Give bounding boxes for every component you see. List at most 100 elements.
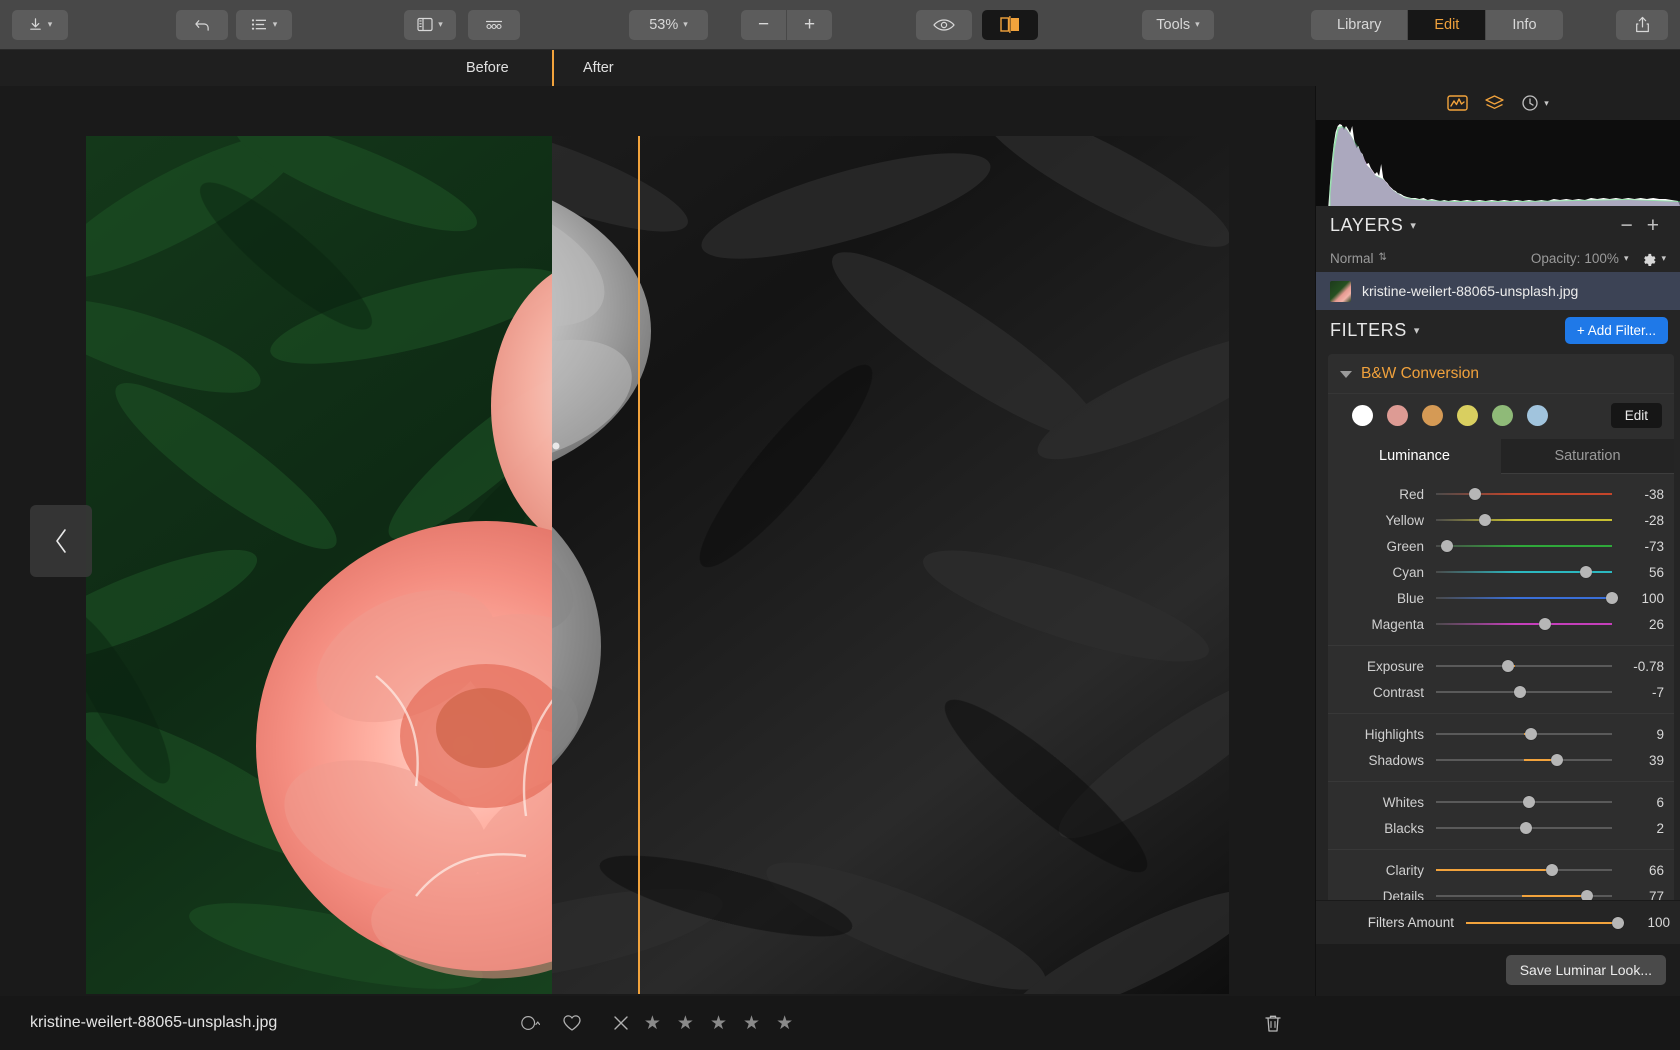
layer-item[interactable]: kristine-weilert-88065-unsplash.jpg	[1316, 272, 1680, 310]
reject-x-icon[interactable]	[612, 1014, 630, 1032]
slider-blacks[interactable]	[1436, 815, 1612, 841]
download-icon	[28, 17, 43, 32]
slider-knob[interactable]	[1612, 917, 1624, 929]
opacity-value[interactable]: 100%	[1584, 251, 1619, 266]
slider-contrast[interactable]	[1436, 679, 1612, 705]
bw-filter-title: B&W Conversion	[1361, 365, 1479, 383]
tab-info[interactable]: Info	[1486, 10, 1562, 40]
rating-controls: ★ ★ ★ ★ ★	[0, 1012, 1680, 1035]
star-4[interactable]: ★	[743, 1012, 762, 1035]
previous-image-button[interactable]	[30, 505, 92, 577]
slider-track	[1436, 545, 1612, 547]
filters-amount-slider[interactable]	[1466, 910, 1618, 936]
slider-whites[interactable]	[1436, 789, 1612, 815]
chevron-down-icon[interactable]: ▾	[1410, 219, 1416, 232]
filters-amount-value: 100	[1618, 915, 1670, 930]
history-clock-icon[interactable]: ▾	[1521, 94, 1549, 112]
import-button[interactable]: ▾	[12, 10, 68, 40]
bw-filter-title-row: B&W Conversion	[1328, 354, 1674, 393]
compare-split-handle[interactable]	[638, 136, 640, 994]
compare-divider[interactable]	[552, 50, 554, 86]
chevron-down-icon[interactable]: ▾	[1624, 253, 1629, 264]
image-canvas[interactable]	[0, 86, 1315, 996]
swatch-white[interactable]	[1352, 405, 1373, 426]
slider-knob[interactable]	[1525, 728, 1537, 740]
zoom-out-button[interactable]: −	[741, 10, 786, 40]
add-layer-button[interactable]: +	[1640, 215, 1666, 236]
slider-row-cyan: Cyan56	[1328, 559, 1674, 585]
slider-knob[interactable]	[1523, 796, 1535, 808]
swatch-yellow[interactable]	[1457, 405, 1478, 426]
slider-highlights[interactable]	[1436, 721, 1612, 747]
blend-mode-label[interactable]: Normal	[1330, 251, 1374, 266]
remove-layer-button[interactable]: −	[1613, 215, 1639, 236]
slider-knob[interactable]	[1514, 686, 1526, 698]
slider-knob[interactable]	[1546, 864, 1558, 876]
slider-yellow[interactable]	[1436, 507, 1612, 533]
tab-edit[interactable]: Edit	[1408, 10, 1486, 40]
slider-details[interactable]	[1436, 883, 1612, 900]
undo-button[interactable]	[176, 10, 228, 40]
tab-saturation[interactable]: Saturation	[1501, 439, 1674, 474]
slider-knob[interactable]	[1479, 514, 1491, 526]
zoom-level-button[interactable]: 53% ▾	[629, 10, 708, 40]
swatch-green[interactable]	[1492, 405, 1513, 426]
tab-library[interactable]: Library	[1311, 10, 1408, 40]
star-2[interactable]: ★	[677, 1012, 696, 1035]
filters-scroll-area[interactable]: B&W Conversion Edit Luminance	[1316, 350, 1680, 900]
filmstrip-toggle-button[interactable]	[468, 10, 520, 40]
side-panel-toggle-button[interactable]: ▾	[404, 10, 456, 40]
tools-label: Tools	[1156, 17, 1190, 33]
preview-toggle-button[interactable]	[916, 10, 972, 40]
collapse-triangle-icon[interactable]	[1340, 371, 1352, 378]
compare-split-button[interactable]	[982, 10, 1038, 40]
histogram-icon[interactable]	[1447, 94, 1468, 112]
slider-knob[interactable]	[1580, 566, 1592, 578]
slider-label: Clarity	[1328, 863, 1436, 878]
photo-compare-view[interactable]	[86, 136, 1229, 994]
gear-icon[interactable]: ▾	[1641, 251, 1666, 266]
tools-menu-button[interactable]: Tools ▾	[1142, 10, 1214, 40]
layers-stack-icon[interactable]	[1484, 94, 1505, 112]
tab-luminance[interactable]: Luminance	[1328, 439, 1501, 474]
slider-value: 56	[1612, 565, 1664, 580]
slider-knob[interactable]	[1581, 890, 1593, 900]
layer-name: kristine-weilert-88065-unsplash.jpg	[1362, 283, 1578, 299]
slider-value: 77	[1612, 889, 1664, 901]
view-options-button[interactable]: ▾	[236, 10, 292, 40]
flag-circle-icon[interactable]	[520, 1013, 540, 1033]
slider-knob[interactable]	[1551, 754, 1563, 766]
slider-shadows[interactable]	[1436, 747, 1612, 773]
star-1[interactable]: ★	[644, 1012, 663, 1035]
chevron-down-icon[interactable]: ▾	[1414, 324, 1420, 337]
star-5[interactable]: ★	[776, 1012, 795, 1035]
zoom-in-button[interactable]: +	[787, 10, 832, 40]
filmstrip-icon	[484, 19, 504, 31]
trash-icon[interactable]	[1264, 1014, 1282, 1033]
swatch-blue[interactable]	[1527, 405, 1548, 426]
slider-knob[interactable]	[1441, 540, 1453, 552]
heart-icon[interactable]	[562, 1014, 582, 1032]
save-luminar-look-button[interactable]: Save Luminar Look...	[1506, 955, 1666, 985]
slider-knob[interactable]	[1606, 592, 1618, 604]
swatch-orange[interactable]	[1422, 405, 1443, 426]
slider-exposure[interactable]	[1436, 653, 1612, 679]
filters-amount-label: Filters Amount	[1316, 915, 1466, 930]
add-filter-button[interactable]: + Add Filter...	[1565, 317, 1668, 344]
slider-knob[interactable]	[1539, 618, 1551, 630]
slider-red[interactable]	[1436, 481, 1612, 507]
slider-blue[interactable]	[1436, 585, 1612, 611]
slider-knob[interactable]	[1469, 488, 1481, 500]
slider-knob[interactable]	[1520, 822, 1532, 834]
star-3[interactable]: ★	[710, 1012, 729, 1035]
slider-magenta[interactable]	[1436, 611, 1612, 637]
swatch-red[interactable]	[1387, 405, 1408, 426]
slider-value: 39	[1612, 753, 1664, 768]
slider-cyan[interactable]	[1436, 559, 1612, 585]
slider-green[interactable]	[1436, 533, 1612, 559]
updown-chevron-icon[interactable]: ⇅	[1379, 253, 1387, 263]
share-button[interactable]	[1616, 10, 1668, 40]
slider-clarity[interactable]	[1436, 857, 1612, 883]
bw-edit-button[interactable]: Edit	[1611, 403, 1662, 428]
slider-knob[interactable]	[1502, 660, 1514, 672]
